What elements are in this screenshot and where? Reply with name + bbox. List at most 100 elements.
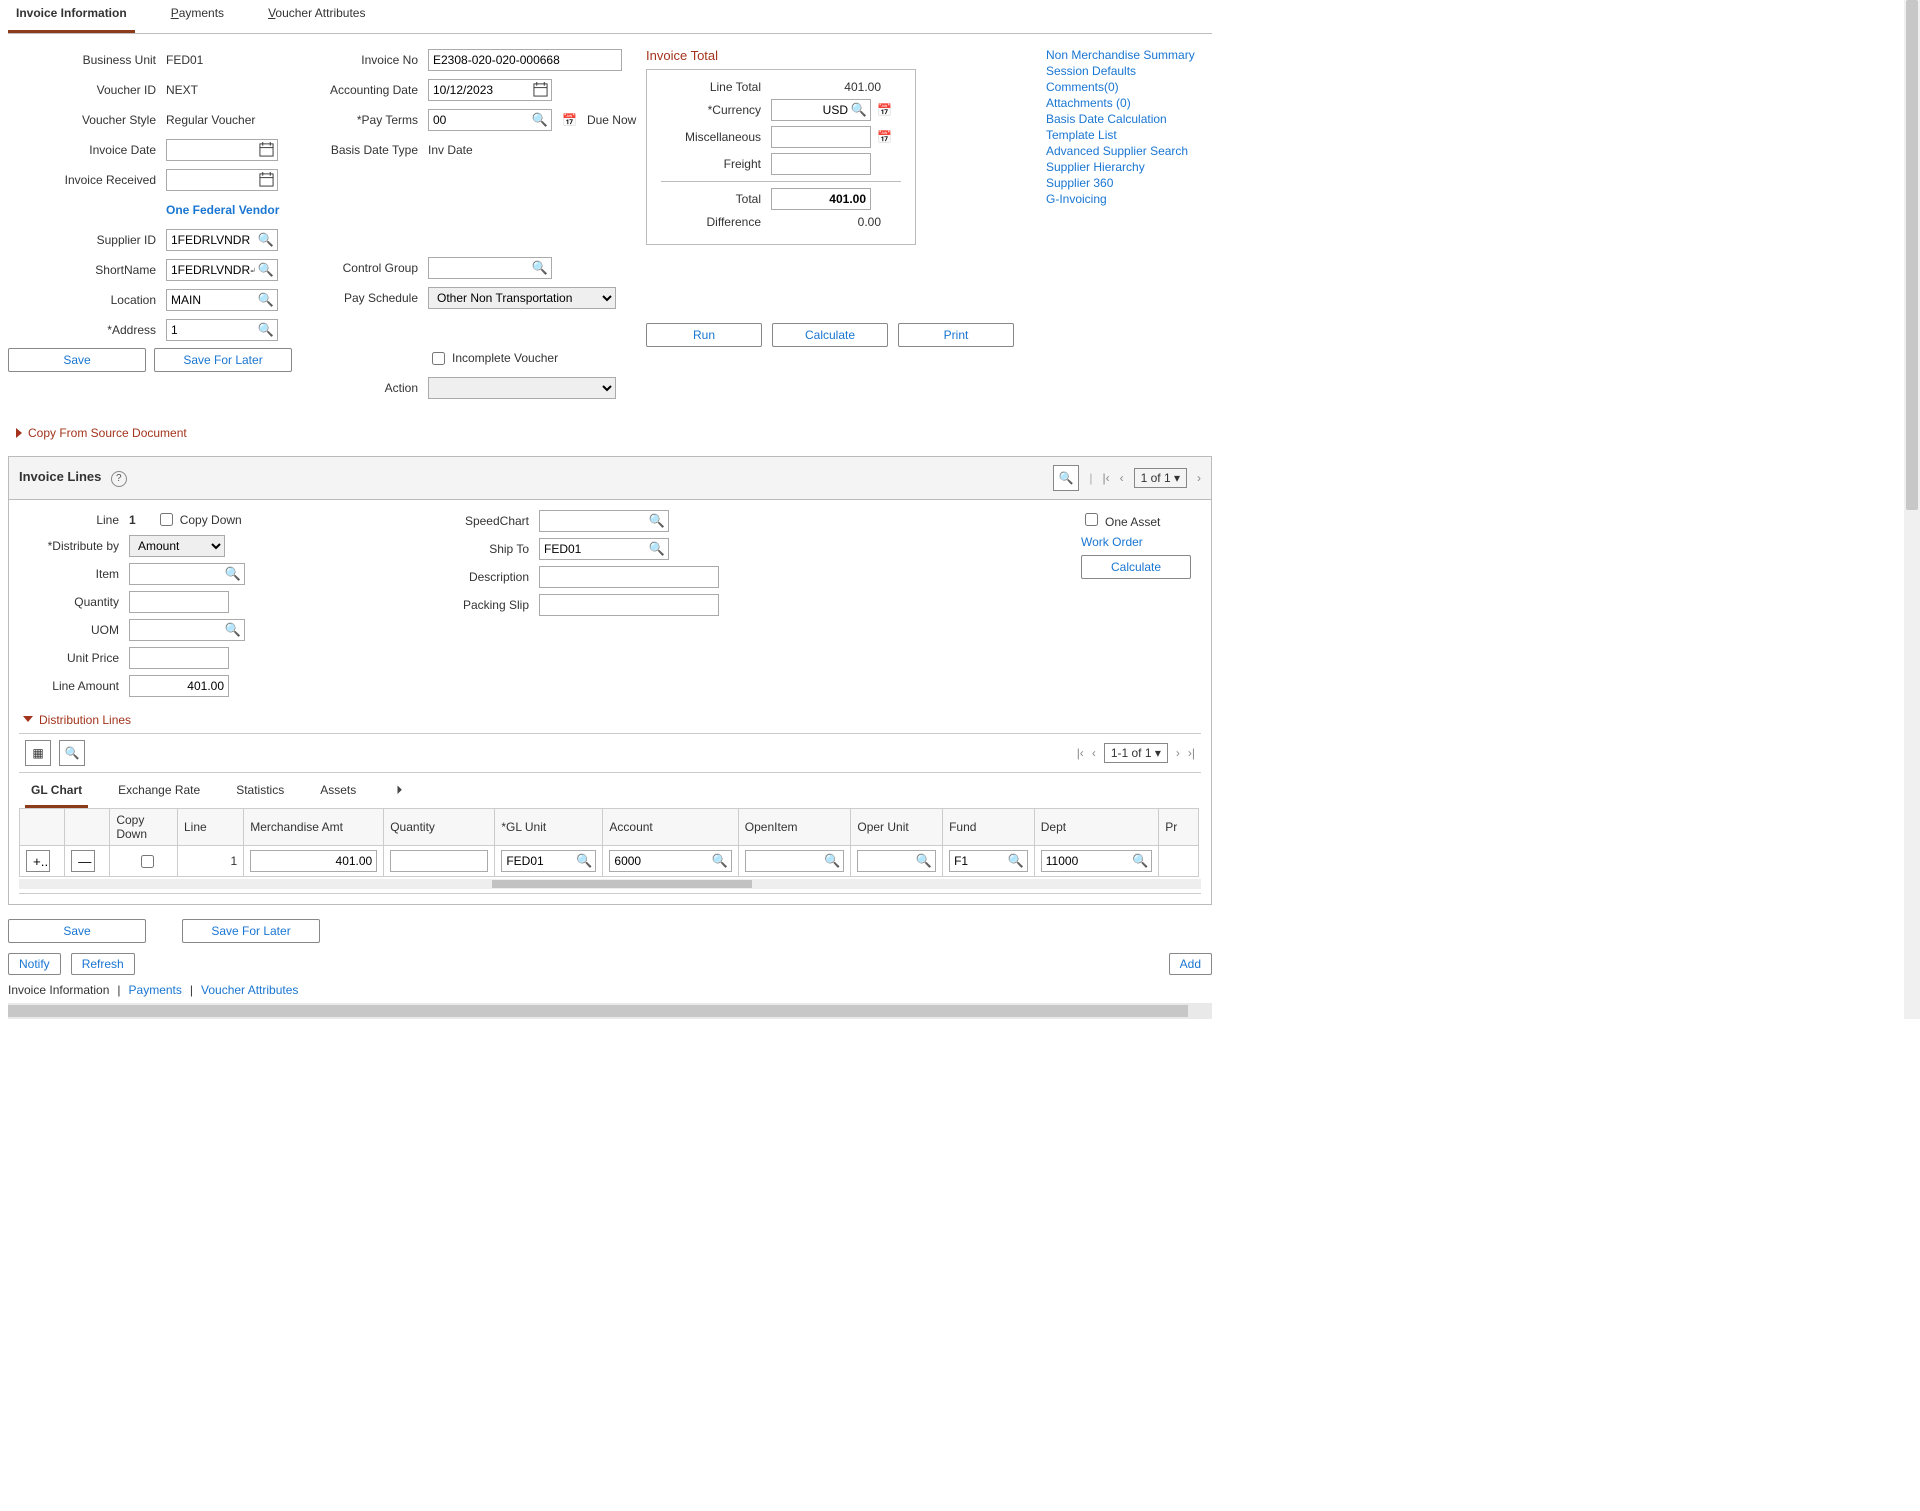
print-button[interactable]: Print <box>898 323 1014 347</box>
bottom-tab-voucher-attributes[interactable]: Voucher Attributes <box>201 983 298 997</box>
action-select[interactable] <box>428 377 616 399</box>
currency-detail-icon[interactable]: 📅 <box>877 103 892 117</box>
show-all-columns-icon[interactable]: ⏵ <box>390 779 408 808</box>
one-federal-vendor-link[interactable]: One Federal Vendor <box>166 203 279 217</box>
misc-detail-icon[interactable]: 📅 <box>877 130 892 144</box>
grid-first-icon[interactable]: |‹ <box>1077 746 1084 760</box>
incomplete-voucher-checkbox[interactable] <box>432 352 445 365</box>
col-copy-down[interactable]: Copy Down <box>110 809 178 846</box>
line-calculate-button[interactable]: Calculate <box>1081 555 1191 579</box>
add-button[interactable]: Add <box>1169 953 1212 975</box>
save-for-later-button[interactable]: Save For Later <box>154 348 292 372</box>
description-input[interactable] <box>539 566 719 588</box>
next-icon[interactable]: › <box>1197 471 1201 485</box>
search-icon[interactable]: 🔍 <box>532 260 548 276</box>
copy-down-checkbox[interactable] <box>160 513 173 526</box>
search-icon[interactable]: 🔍 <box>649 541 665 557</box>
save-button[interactable]: Save <box>8 348 146 372</box>
tab-invoice-information[interactable]: Invoice Information <box>8 2 135 33</box>
col-dept[interactable]: Dept <box>1034 809 1158 846</box>
packing-slip-input[interactable] <box>539 594 719 616</box>
run-button[interactable]: Run <box>646 323 762 347</box>
grid-prev-icon[interactable]: ‹ <box>1092 746 1096 760</box>
calendar-icon[interactable] <box>259 142 274 157</box>
search-icon[interactable]: 🔍 <box>225 622 241 638</box>
page-hscroll[interactable] <box>8 1003 1212 1019</box>
col-gl-unit[interactable]: *GL Unit <box>495 809 603 846</box>
search-icon[interactable]: 🔍 <box>1132 853 1148 869</box>
tab-payments[interactable]: Payments <box>163 2 232 33</box>
subtab-exchange-rate[interactable]: Exchange Rate <box>112 779 206 808</box>
first-icon[interactable]: |‹ <box>1102 471 1109 485</box>
link-attachments[interactable]: Attachments (0) <box>1046 96 1195 110</box>
col-merch-amt[interactable]: Merchandise Amt <box>244 809 384 846</box>
delete-row-button[interactable]: — <box>71 850 95 872</box>
link-session-defaults[interactable]: Session Defaults <box>1046 64 1195 78</box>
subtab-statistics[interactable]: Statistics <box>230 779 290 808</box>
bottom-tab-invoice-info[interactable]: Invoice Information <box>8 983 109 997</box>
link-adv-supplier-search[interactable]: Advanced Supplier Search <box>1046 144 1195 158</box>
search-icon[interactable]: 🔍 <box>258 262 274 278</box>
line-amount-input[interactable] <box>129 675 229 697</box>
link-supplier-hierarchy[interactable]: Supplier Hierarchy <box>1046 160 1195 174</box>
col-pr[interactable]: Pr <box>1159 809 1199 846</box>
col-account[interactable]: Account <box>603 809 738 846</box>
search-icon[interactable]: 🔍 <box>1008 853 1024 869</box>
distribution-lines-toggle[interactable]: Distribution Lines <box>23 713 1201 727</box>
link-basis-date-calc[interactable]: Basis Date Calculation <box>1046 112 1195 126</box>
search-icon[interactable]: 🔍 <box>258 292 274 308</box>
calendar-icon[interactable] <box>259 172 274 187</box>
link-g-invoicing[interactable]: G-Invoicing <box>1046 192 1195 206</box>
footer-save-for-later-button[interactable]: Save For Later <box>182 919 320 943</box>
freight-input[interactable] <box>771 153 871 175</box>
bottom-tab-payments[interactable]: Payments <box>129 983 182 997</box>
pay-terms-detail-icon[interactable]: 📅 <box>562 113 577 127</box>
invoice-no-input[interactable] <box>428 49 622 71</box>
refresh-button[interactable]: Refresh <box>71 953 135 975</box>
grid-next-icon[interactable]: › <box>1176 746 1180 760</box>
grid-settings-icon[interactable]: ▦ <box>25 740 51 766</box>
search-icon[interactable]: 🔍 <box>576 853 592 869</box>
col-oper-unit[interactable]: Oper Unit <box>851 809 943 846</box>
notify-button[interactable]: Notify <box>8 953 61 975</box>
search-icon[interactable]: 🔍 <box>258 232 274 248</box>
copy-from-source-toggle[interactable]: Copy From Source Document <box>16 426 1212 440</box>
unit-price-input[interactable] <box>129 647 229 669</box>
one-asset-checkbox[interactable] <box>1085 513 1098 526</box>
search-icon[interactable]: 🔍 <box>712 853 728 869</box>
subtab-gl-chart[interactable]: GL Chart <box>25 779 88 808</box>
search-icon[interactable]: 🔍 <box>258 322 274 338</box>
link-supplier-360[interactable]: Supplier 360 <box>1046 176 1195 190</box>
grid-find-icon[interactable]: 🔍 <box>59 740 85 766</box>
calendar-icon[interactable] <box>533 82 548 97</box>
col-line[interactable]: Line <box>178 809 244 846</box>
search-icon[interactable]: 🔍 <box>225 566 241 582</box>
grid-page-selector[interactable]: 1-1 of 1 ▾ <box>1104 743 1168 763</box>
total-input[interactable] <box>771 188 871 210</box>
search-icon[interactable]: 🔍 <box>851 102 867 118</box>
help-icon[interactable]: ? <box>111 471 127 487</box>
subtab-assets[interactable]: Assets <box>314 779 362 808</box>
page-vscroll[interactable] <box>1904 0 1920 1019</box>
grid-hscroll-thumb[interactable] <box>492 880 752 888</box>
link-non-merch-summary[interactable]: Non Merchandise Summary <box>1046 48 1195 62</box>
search-icon[interactable]: 🔍 <box>649 513 665 529</box>
add-row-button[interactable]: +.. <box>26 850 50 872</box>
work-order-link[interactable]: Work Order <box>1081 535 1143 549</box>
footer-save-button[interactable]: Save <box>8 919 146 943</box>
find-icon[interactable]: 🔍 <box>1053 465 1079 491</box>
quantity-input[interactable] <box>129 591 229 613</box>
page-selector[interactable]: 1 of 1 ▾ <box>1134 468 1187 488</box>
tab-voucher-attributes[interactable]: Voucher Attributes <box>260 2 373 33</box>
link-comments[interactable]: Comments(0) <box>1046 80 1195 94</box>
col-openitem[interactable]: OpenItem <box>738 809 851 846</box>
col-quantity[interactable]: Quantity <box>384 809 495 846</box>
distribute-by-select[interactable]: Amount <box>129 535 225 557</box>
row-merch-amt-input[interactable] <box>250 850 377 872</box>
misc-input[interactable] <box>771 126 871 148</box>
row-copy-down-checkbox[interactable] <box>120 855 175 868</box>
grid-last-icon[interactable]: ›| <box>1188 746 1195 760</box>
search-icon[interactable]: 🔍 <box>916 853 932 869</box>
prev-icon[interactable]: ‹ <box>1120 471 1124 485</box>
search-icon[interactable]: 🔍 <box>532 112 548 128</box>
